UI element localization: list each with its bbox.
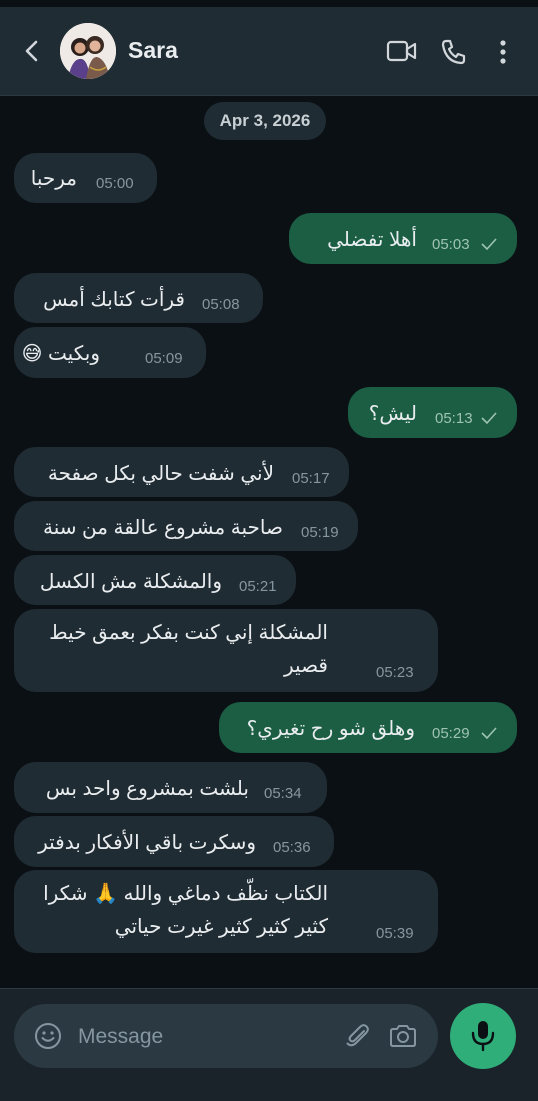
date-separator: Apr 3, 2026: [204, 102, 326, 140]
message-bubble[interactable]: أهلا تفضلي 05:03: [289, 213, 517, 264]
message-time: 05:23: [376, 664, 414, 681]
message-text: وهلق شو رح تغيري؟: [246, 718, 415, 740]
sent-check-icon: [481, 412, 497, 425]
top-edge: [0, 0, 538, 7]
message-bubble[interactable]: صاحبة مشروع عالقة من سنة 05:19: [14, 501, 358, 551]
avatar[interactable]: [60, 23, 116, 79]
message-text: صاحبة مشروع عالقة من سنة: [42, 517, 283, 539]
message-bubble[interactable]: مرحبا 05:00: [14, 153, 157, 203]
message-time: 05:09: [145, 350, 183, 367]
message-bubble[interactable]: وبكيت 😅 05:09: [14, 327, 206, 378]
emoji-icon[interactable]: [34, 1022, 62, 1050]
message-time: 05:36: [273, 839, 311, 856]
message-text: الكتاب نظّف دماغي والله 🙏 شكرا كثير كثير…: [43, 883, 328, 938]
mic-button[interactable]: [450, 1003, 516, 1069]
message-text: أهلا تفضلي: [327, 229, 417, 251]
message-bubble[interactable]: بلشت بمشروع واحد بس 05:34: [14, 762, 327, 813]
contact-name[interactable]: Sara: [128, 37, 178, 64]
message-text: والمشكلة مش الكسل: [39, 571, 222, 593]
message-bubble[interactable]: لأني شفت حالي بكل صفحة 05:17: [14, 447, 349, 497]
message-time: 05:39: [376, 925, 414, 942]
message-text: مرحبا: [30, 168, 77, 190]
message-text: قرأت كتابك أمس: [43, 289, 185, 311]
message-text: ليش؟: [368, 403, 417, 425]
sent-check-icon: [481, 238, 497, 251]
voice-call-icon[interactable]: [440, 38, 468, 66]
video-call-icon[interactable]: [386, 39, 418, 63]
mic-icon: [471, 1021, 495, 1052]
message-time: 05:08: [202, 296, 240, 313]
message-bubble[interactable]: ليش؟ 05:13: [348, 387, 517, 438]
message-text: وبكيت 😅: [21, 343, 100, 365]
message-bubble[interactable]: المشكلة إني كنت بفكر بعمق خيط قصير 05:23: [14, 609, 438, 692]
message-time: 05:29: [432, 725, 470, 742]
attach-icon[interactable]: [344, 1022, 372, 1050]
message-text: بلشت بمشروع واحد بس: [45, 778, 249, 800]
message-time: 05:17: [292, 470, 330, 487]
message-time: 05:34: [264, 785, 302, 802]
camera-icon[interactable]: [388, 1023, 418, 1049]
message-bubble[interactable]: والمشكلة مش الكسل 05:21: [14, 555, 296, 605]
message-text: المشكلة إني كنت بفكر بعمق خيط قصير: [49, 622, 328, 677]
message-bubble[interactable]: الكتاب نظّف دماغي والله 🙏 شكرا كثير كثير…: [14, 870, 438, 953]
message-time: 05:19: [301, 524, 339, 541]
sent-check-icon: [481, 727, 497, 740]
message-composer: [14, 1004, 438, 1068]
message-bubble[interactable]: وهلق شو رح تغيري؟ 05:29: [219, 702, 517, 753]
message-text: لأني شفت حالي بكل صفحة: [47, 463, 274, 485]
message-input[interactable]: [76, 1018, 320, 1056]
message-bubble[interactable]: وسكرت باقي الأفكار بدفتر 05:36: [14, 816, 334, 867]
chat-header: Sara: [0, 7, 538, 96]
message-text: وسكرت باقي الأفكار بدفتر: [38, 832, 256, 854]
message-time: 05:00: [96, 175, 134, 192]
message-time: 05:21: [239, 578, 277, 595]
message-bubble[interactable]: قرأت كتابك أمس 05:08: [14, 273, 263, 323]
back-arrow-icon[interactable]: [18, 36, 46, 66]
more-options-icon[interactable]: [498, 39, 508, 65]
message-time: 05:13: [435, 410, 473, 427]
message-time: 05:03: [432, 236, 470, 253]
